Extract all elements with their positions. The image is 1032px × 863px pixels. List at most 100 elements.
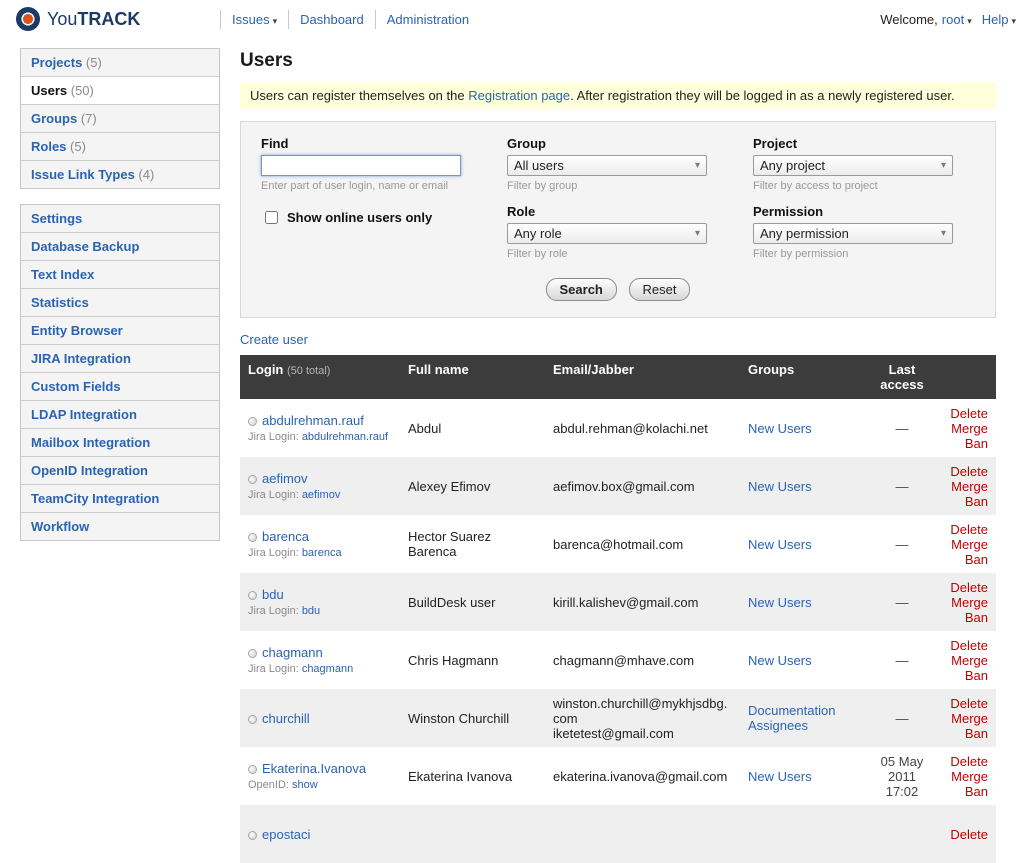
merge-link[interactable]: Merge (951, 711, 988, 726)
help-menu[interactable]: Help▾ (982, 12, 1016, 27)
merge-link[interactable]: Merge (951, 421, 988, 436)
nav-issues[interactable]: Issues▾ (220, 10, 288, 29)
sidebar-item-database-backup[interactable]: Database Backup (21, 233, 219, 261)
group-select[interactable]: All users▾ (507, 155, 707, 176)
row-actions: Delete (940, 805, 996, 863)
merge-link[interactable]: Merge (951, 479, 988, 494)
sidebar-item-text-index[interactable]: Text Index (21, 261, 219, 289)
online-users-checkbox[interactable] (265, 211, 278, 224)
sidebar-item-teamcity-integration[interactable]: TeamCity Integration (21, 485, 219, 513)
delete-link[interactable]: Delete (950, 464, 988, 479)
login-sub-link[interactable]: show (292, 779, 318, 791)
sidebar-item-label: Groups (31, 111, 77, 126)
sidebar-item-count: (5) (82, 55, 102, 70)
page-title: Users (240, 50, 996, 72)
delete-link[interactable]: Delete (950, 522, 988, 537)
nav-administration[interactable]: Administration (375, 10, 480, 29)
sidebar-item-groups[interactable]: Groups (7) (21, 105, 219, 133)
find-input[interactable] (261, 155, 461, 176)
sidebar-item-projects[interactable]: Projects (5) (21, 49, 219, 77)
delete-link[interactable]: Delete (950, 827, 988, 842)
reset-button[interactable]: Reset (629, 278, 691, 301)
row-actions: DeleteMergeBan (940, 689, 996, 747)
registration-page-link[interactable]: Registration page (468, 88, 570, 103)
nav-dashboard[interactable]: Dashboard (288, 10, 375, 29)
permission-select[interactable]: Any permission▾ (753, 223, 953, 244)
user-group-link[interactable]: New Users (748, 537, 812, 552)
delete-link[interactable]: Delete (950, 580, 988, 595)
sidebar-item-entity-browser[interactable]: Entity Browser (21, 317, 219, 345)
user-login-link[interactable]: churchill (262, 711, 310, 726)
top-bar: YouTRACK Issues▾ Dashboard Administratio… (0, 0, 1032, 38)
youtrack-logo-icon (16, 7, 40, 31)
login-sub-link[interactable]: barenca (302, 547, 342, 559)
login-sub-label: Jira Login: (248, 663, 302, 675)
role-select-value: Any role (514, 226, 562, 241)
sidebar-item-roles[interactable]: Roles (5) (21, 133, 219, 161)
user-groups: New Users (740, 457, 864, 515)
user-group-link[interactable]: Documentation (748, 703, 835, 718)
user-login-link[interactable]: aefimov (262, 471, 308, 486)
user-group-link[interactable]: New Users (748, 421, 812, 436)
user-login-link[interactable]: bdu (262, 587, 284, 602)
user-login-link[interactable]: barenca (262, 529, 309, 544)
table-row: Ekaterina.IvanovaOpenID: showEkaterina I… (240, 747, 996, 805)
user-status-icon (248, 417, 257, 426)
ban-link[interactable]: Ban (965, 610, 988, 625)
merge-link[interactable]: Merge (951, 653, 988, 668)
ban-link[interactable]: Ban (965, 726, 988, 741)
merge-link[interactable]: Merge (951, 537, 988, 552)
user-login-link[interactable]: epostaci (262, 827, 310, 842)
merge-link[interactable]: Merge (951, 769, 988, 784)
col-last-access: Last access (864, 355, 940, 399)
last-access: — (864, 457, 940, 515)
project-select[interactable]: Any project▾ (753, 155, 953, 176)
sidebar-item-statistics[interactable]: Statistics (21, 289, 219, 317)
ban-link[interactable]: Ban (965, 494, 988, 509)
sidebar-item-settings[interactable]: Settings (21, 205, 219, 233)
ban-link[interactable]: Ban (965, 436, 988, 451)
user-status-icon (248, 591, 257, 600)
sidebar-item-workflow[interactable]: Workflow (21, 513, 219, 540)
user-menu[interactable]: root▾ (942, 12, 972, 27)
delete-link[interactable]: Delete (950, 696, 988, 711)
sidebar-item-label: Users (31, 83, 67, 98)
user-groups: New Users (740, 747, 864, 805)
sidebar-item-jira-integration[interactable]: JIRA Integration (21, 345, 219, 373)
user-group-link[interactable]: New Users (748, 479, 812, 494)
user-login-link[interactable]: chagmann (262, 645, 323, 660)
ban-link[interactable]: Ban (965, 552, 988, 567)
search-button[interactable]: Search (546, 278, 617, 301)
table-row: bduJira Login: bduBuildDesk userkirill.k… (240, 573, 996, 631)
ban-link[interactable]: Ban (965, 784, 988, 799)
ban-link[interactable]: Ban (965, 668, 988, 683)
role-select[interactable]: Any role▾ (507, 223, 707, 244)
sidebar-item-users[interactable]: Users (50) (21, 77, 219, 105)
user-login-link[interactable]: Ekaterina.Ivanova (262, 761, 366, 776)
sidebar-item-openid-integration[interactable]: OpenID Integration (21, 457, 219, 485)
delete-link[interactable]: Delete (950, 638, 988, 653)
create-user-link[interactable]: Create user (240, 332, 308, 347)
filter-panel: Find Enter part of user login, name or e… (240, 121, 996, 318)
user-group-link[interactable]: New Users (748, 595, 812, 610)
login-sub-link[interactable]: aefimov (302, 489, 341, 501)
login-sub-link[interactable]: bdu (302, 605, 320, 617)
sidebar-item-custom-fields[interactable]: Custom Fields (21, 373, 219, 401)
sidebar-item-mailbox-integration[interactable]: Mailbox Integration (21, 429, 219, 457)
chevron-down-icon: ▾ (941, 160, 946, 171)
last-access: — (864, 689, 940, 747)
user-group-link[interactable]: Assignees (748, 718, 808, 733)
merge-link[interactable]: Merge (951, 595, 988, 610)
last-access: — (864, 515, 940, 573)
user-login-link[interactable]: abdulrehman.rauf (262, 413, 364, 428)
delete-link[interactable]: Delete (950, 754, 988, 769)
login-sub-link[interactable]: chagmann (302, 663, 353, 675)
user-group-link[interactable]: New Users (748, 653, 812, 668)
login-sub-link[interactable]: abdulrehman.rauf (302, 431, 388, 443)
delete-link[interactable]: Delete (950, 406, 988, 421)
sidebar-item-ldap-integration[interactable]: LDAP Integration (21, 401, 219, 429)
login-sub-label: Jira Login: (248, 605, 302, 617)
user-group-link[interactable]: New Users (748, 769, 812, 784)
sidebar-item-issue-link-types[interactable]: Issue Link Types (4) (21, 161, 219, 188)
row-actions: DeleteMergeBan (940, 399, 996, 457)
